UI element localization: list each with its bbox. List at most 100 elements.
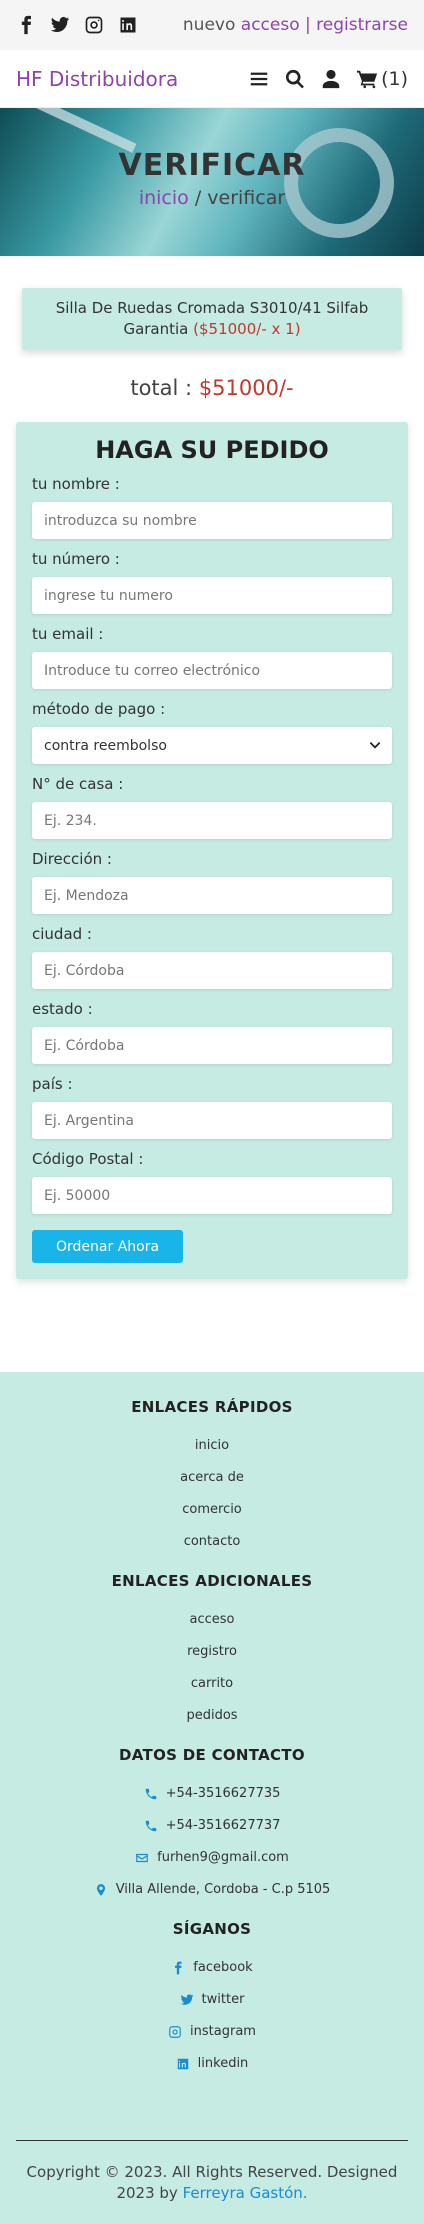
footer-quick-links: ENLACES RÁPIDOS inicio acerca de comerci… [0,1398,424,1558]
breadcrumb-current: verificar [207,187,286,209]
instagram-icon [168,2025,182,2039]
house-number-input[interactable] [32,802,392,839]
state-label: estado : [32,1000,93,1018]
facebook-icon [171,1961,185,1975]
quick-links-title: ENLACES RÁPIDOS [131,1398,293,1416]
linkedin-icon[interactable] [118,15,138,35]
search-icon[interactable] [284,68,306,90]
footer-link-acerca[interactable]: acerca de [0,1462,424,1494]
follow-facebook[interactable]: facebook [0,1952,424,1984]
menu-icon[interactable] [248,68,270,90]
country-label: país : [32,1075,73,1093]
city-input[interactable] [32,952,392,989]
country-input[interactable] [32,1102,392,1139]
follow-twitter[interactable]: twitter [0,1984,424,2016]
map-marker-icon [94,1883,108,1897]
cart-icon [356,68,378,90]
form-title: HAGA SU PEDIDO [95,436,329,464]
field-payment: método de pago : contra reembolso [32,700,392,764]
breadcrumb: inicio / verificar [0,187,424,209]
order-item-summary: Silla De Ruedas Cromada S3010/41 Silfab … [22,288,402,350]
footer-link-comercio[interactable]: comercio [0,1494,424,1526]
instagram-icon[interactable] [84,15,104,35]
field-address: Dirección : [32,850,392,914]
field-country: país : [32,1075,392,1139]
follow-linkedin-label: linkedin [197,2056,249,2071]
contact-address: Villa Allende, Cordoba - C.p 5105 [0,1874,424,1906]
field-postal-code: Código Postal : [32,1150,392,1214]
contact-phone-2-text: +54-3516627737 [165,1818,281,1833]
phone-icon [144,1819,158,1833]
order-now-button[interactable]: Ordenar Ahora [32,1230,184,1263]
field-city: ciudad : [32,925,392,989]
footer-link-registro[interactable]: registro [0,1636,424,1668]
contact-phone-2[interactable]: +54-3516627737 [0,1810,424,1842]
city-label: ciudad : [32,925,92,943]
footer-link-contacto[interactable]: contacto [0,1526,424,1558]
total-label: total : [130,376,193,400]
footer-extra-links: ENLACES ADICIONALES acceso registro carr… [0,1572,424,1732]
field-number: tu número : [32,550,392,614]
name-label: tu nombre : [32,475,120,493]
field-email: tu email : [32,625,392,689]
field-state: estado : [32,1000,392,1064]
field-name: tu nombre : [32,475,392,539]
postal-code-label: Código Postal : [32,1150,144,1168]
page-title: VERIFICAR [118,148,306,183]
contact-email-text: furhen9@gmail.com [157,1850,289,1865]
register-link[interactable]: registrarse [316,15,408,35]
auth-links: nuevo acceso | registrarse [183,15,408,35]
facebook-icon[interactable] [16,15,36,35]
footer-divider [16,2140,408,2141]
twitter-icon[interactable] [50,15,70,35]
follow-instagram[interactable]: instagram [0,2016,424,2048]
cart-count: (1) [381,67,408,90]
breadcrumb-separator: / [188,187,208,209]
follow-instagram-label: instagram [190,2024,256,2039]
footer-link-inicio[interactable]: inicio [0,1430,424,1462]
number-label: tu número : [32,550,120,568]
user-icon[interactable] [320,68,342,90]
breadcrumb-home-link[interactable]: inicio [139,187,189,209]
contact-address-text: Villa Allende, Cordoba - C.p 5105 [115,1882,331,1897]
payment-method-select[interactable]: contra reembolso [32,727,392,764]
state-input[interactable] [32,1027,392,1064]
contact-email[interactable]: furhen9@gmail.com [0,1842,424,1874]
name-input[interactable] [32,502,392,539]
house-number-label: N° de casa : [32,775,124,793]
contact-phone-1-text: +54-3516627735 [165,1786,281,1801]
checkout-form: HAGA SU PEDIDO tu nombre : tu número : t… [16,422,408,1279]
hero-pen-decoration [23,108,137,153]
email-label: tu email : [32,625,104,643]
follow-linkedin[interactable]: linkedin [0,2048,424,2080]
contact-phone-1[interactable]: +54-3516627735 [0,1778,424,1810]
social-links [16,15,138,35]
top-bar: nuevo acceso | registrarse [0,0,424,50]
follow-title: SÍGANOS [172,1920,252,1938]
hero-banner: VERIFICAR inicio / verificar [0,108,424,256]
address-label: Dirección : [32,850,112,868]
footer: ENLACES RÁPIDOS inicio acerca de comerci… [0,1372,424,2224]
brand-logo[interactable]: HF Distribuidora [16,67,178,91]
contact-title: DATOS DE CONTACTO [119,1746,305,1764]
footer-contact: DATOS DE CONTACTO +54-3516627735 +54-351… [0,1746,424,1906]
postal-code-input[interactable] [32,1177,392,1214]
copyright: Copyright © 2023. All Rights Reserved. D… [20,2162,404,2204]
footer-link-pedidos[interactable]: pedidos [0,1700,424,1732]
number-input[interactable] [32,577,392,614]
footer-link-acceso[interactable]: acceso [0,1604,424,1636]
author-link[interactable]: Ferreyra Gastón. [183,2184,308,2202]
auth-prefix: nuevo [182,15,236,35]
chevron-down-icon [369,742,381,749]
payment-label: método de pago : [32,700,166,718]
field-house-number: N° de casa : [32,775,392,839]
email-input[interactable] [32,652,392,689]
auth-separator: | [305,15,311,35]
follow-facebook-label: facebook [193,1960,253,1975]
address-input[interactable] [32,877,392,914]
footer-link-carrito[interactable]: carrito [0,1668,424,1700]
login-link[interactable]: acceso [241,15,300,35]
linkedin-icon [176,2057,190,2071]
follow-twitter-label: twitter [201,1992,245,2007]
cart-button[interactable]: (1) [356,68,408,90]
